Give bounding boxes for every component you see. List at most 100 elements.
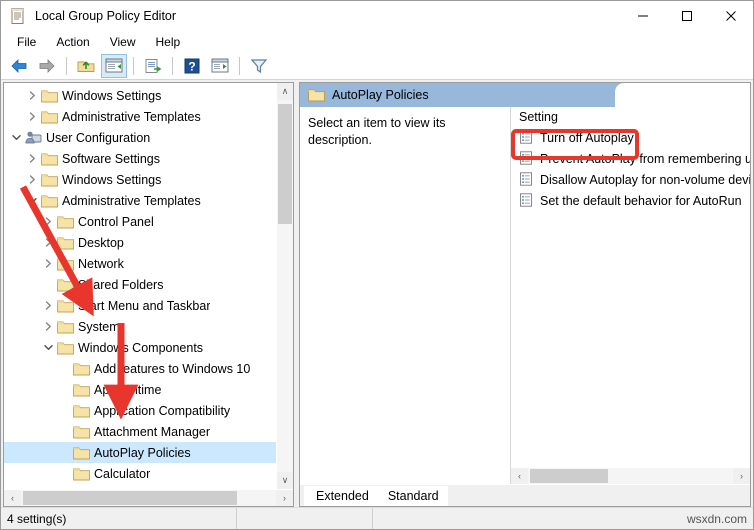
tree-node[interactable]: Attachment Manager: [4, 421, 276, 442]
help-icon[interactable]: ?: [179, 54, 205, 78]
tree-node[interactable]: Cloud Content: [4, 484, 276, 490]
policy-setting-icon: [519, 151, 534, 166]
settings-horizontal-scroll-thumb[interactable]: [530, 469, 608, 483]
tree-vertical-scroll-thumb[interactable]: [278, 104, 292, 224]
chevron-right-icon[interactable]: [40, 319, 56, 335]
tree-node[interactable]: Add features to Windows 10: [4, 358, 276, 379]
tree-node[interactable]: Windows Components: [4, 337, 276, 358]
policy-setting-icon: [519, 172, 534, 187]
settings-horizontal-scroll-track[interactable]: [528, 468, 733, 484]
tree-node[interactable]: AutoPlay Policies: [4, 442, 276, 463]
tree-node[interactable]: Shared Folders: [4, 274, 276, 295]
show-hide-console-tree-icon[interactable]: [101, 53, 127, 78]
tree-node[interactable]: Administrative Templates: [4, 190, 276, 211]
tab-standard[interactable]: Standard: [375, 486, 448, 506]
tree-node[interactable]: Network: [4, 253, 276, 274]
policy-document-icon: [9, 7, 27, 25]
folder-icon: [40, 172, 58, 188]
tree-node[interactable]: System: [4, 316, 276, 337]
setting-row[interactable]: Set the default behavior for AutoRun: [511, 190, 750, 211]
chevron-right-icon[interactable]: [24, 88, 40, 104]
tree-node-label: Windows Settings: [62, 88, 162, 103]
folder-icon: [56, 214, 74, 230]
settings-column-header[interactable]: Setting: [511, 107, 750, 127]
tree-node-label: Shared Folders: [78, 277, 164, 292]
settings-scroll-right-button[interactable]: ›: [733, 468, 750, 484]
chevron-right-icon[interactable]: [24, 151, 40, 167]
tree-horizontal-scroll-track[interactable]: [21, 490, 276, 506]
tree-node[interactable]: User Configuration: [4, 127, 276, 148]
menu-view[interactable]: View: [100, 33, 146, 51]
tree-node[interactable]: Windows Settings: [4, 85, 276, 106]
toolbar: ?: [1, 52, 753, 80]
tree-scroll-up-button[interactable]: ∧: [277, 83, 293, 100]
tree-node-label: Windows Components: [78, 340, 204, 355]
console-tree-body: Windows Settings Administrative Templates…: [4, 83, 293, 489]
menu-action[interactable]: Action: [46, 33, 99, 51]
details-pane-title: AutoPlay Policies: [332, 88, 429, 102]
tree-scroll-right-button[interactable]: ›: [276, 490, 293, 506]
setting-row[interactable]: Turn off Autoplay: [511, 127, 750, 148]
tree-node[interactable]: Desktop: [4, 232, 276, 253]
close-button[interactable]: [709, 1, 753, 31]
chevron-right-icon[interactable]: [24, 172, 40, 188]
tree-scroll-down-button[interactable]: ∨: [277, 472, 293, 489]
tree-node[interactable]: Control Panel: [4, 211, 276, 232]
title-bar: Local Group Policy Editor: [1, 1, 753, 31]
tree-horizontal-scroll-thumb[interactable]: [23, 491, 237, 505]
folder-icon: [56, 235, 74, 251]
folder-icon: [72, 361, 90, 377]
window-controls: [621, 1, 753, 31]
tree-horizontal-scrollbar[interactable]: ‹ ›: [4, 489, 293, 506]
settings-scroll-left-button[interactable]: ‹: [511, 468, 528, 484]
settings-horizontal-scrollbar[interactable]: ‹ ›: [511, 467, 750, 484]
tree-node[interactable]: Software Settings: [4, 148, 276, 169]
filter-icon[interactable]: [246, 54, 272, 78]
chevron-right-icon[interactable]: [40, 235, 56, 251]
main-content: Windows Settings Administrative Templates…: [1, 80, 753, 507]
tree-node-label: Add features to Windows 10: [94, 361, 251, 376]
tree-vertical-scroll-track[interactable]: [277, 100, 293, 472]
chevron-down-icon[interactable]: [40, 340, 56, 356]
folder-icon: [56, 298, 74, 314]
tree-node[interactable]: Application Compatibility: [4, 400, 276, 421]
tree-node[interactable]: Administrative Templates: [4, 106, 276, 127]
back-icon[interactable]: [6, 54, 32, 78]
console-tree-pane: Windows Settings Administrative Templates…: [3, 82, 294, 507]
settings-list[interactable]: Turn off Autoplay Prevent AutoPlay from r…: [511, 127, 750, 467]
tab-extended[interactable]: Extended: [304, 486, 378, 506]
status-bar-text: 4 setting(s): [1, 508, 237, 529]
tree-scroll-left-button[interactable]: ‹: [4, 490, 21, 506]
tree-vertical-scrollbar[interactable]: ∧ ∨: [276, 83, 293, 489]
setting-row[interactable]: Prevent AutoPlay from remembering user: [511, 148, 750, 169]
menu-help[interactable]: Help: [146, 33, 191, 51]
chevron-right-icon[interactable]: [40, 298, 56, 314]
export-list-icon[interactable]: [140, 54, 166, 78]
chevron-down-icon[interactable]: [8, 130, 24, 146]
folder-icon: [72, 466, 90, 482]
setting-row[interactable]: Disallow Autoplay for non-volume device: [511, 169, 750, 190]
chevron-down-icon[interactable]: [24, 193, 40, 209]
forward-icon[interactable]: [34, 54, 60, 78]
header-notch: [615, 83, 750, 107]
tree-node-label: Control Panel: [78, 214, 154, 229]
tree-node[interactable]: App runtime: [4, 379, 276, 400]
tree-node[interactable]: Start Menu and Taskbar: [4, 295, 276, 316]
tree-node[interactable]: Calculator: [4, 463, 276, 484]
console-tree[interactable]: Windows Settings Administrative Templates…: [4, 83, 276, 489]
window-title: Local Group Policy Editor: [35, 9, 177, 23]
chevron-right-icon[interactable]: [40, 256, 56, 272]
show-hide-action-pane-icon[interactable]: [207, 54, 233, 78]
maximize-button[interactable]: [665, 1, 709, 31]
tree-node[interactable]: Windows Settings: [4, 169, 276, 190]
tree-node-label: Software Settings: [62, 151, 160, 166]
tab-standard-label: Standard: [387, 489, 439, 503]
svg-text:?: ?: [188, 59, 195, 73]
chevron-right-icon[interactable]: [40, 214, 56, 230]
chevron-right-icon[interactable]: [24, 109, 40, 125]
up-folder-icon[interactable]: [73, 54, 99, 78]
folder-icon: [308, 87, 326, 103]
menu-file[interactable]: File: [7, 33, 46, 51]
tree-node-label: System: [78, 319, 120, 334]
minimize-button[interactable]: [621, 1, 665, 31]
